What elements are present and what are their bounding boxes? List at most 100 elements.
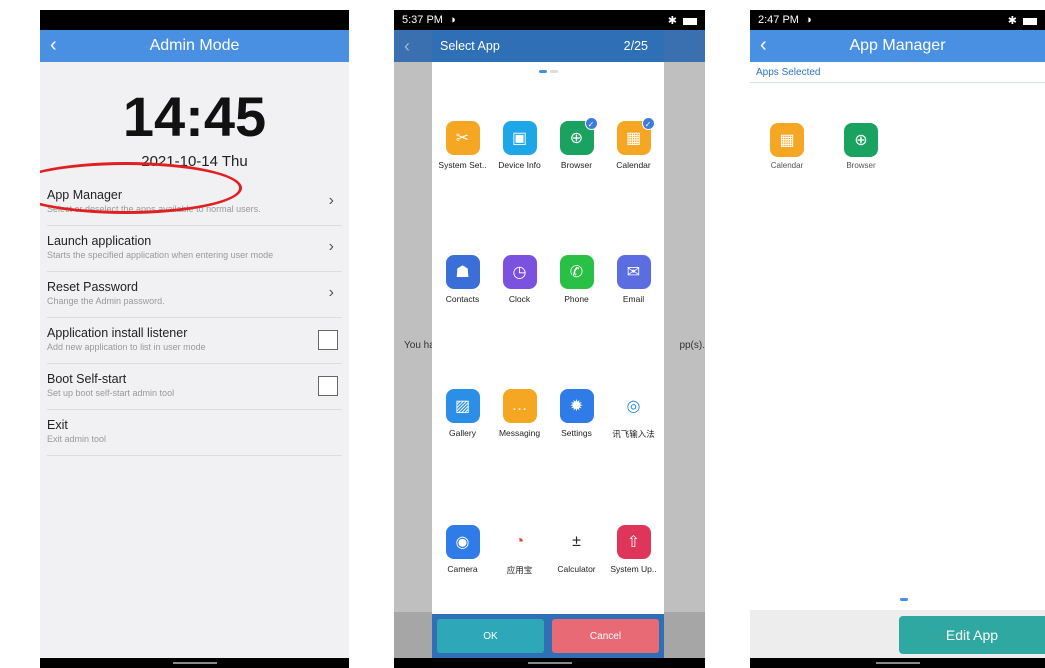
status-app-icon: ◑ xyxy=(804,14,812,26)
app-tile[interactable]: ✉ Email xyxy=(605,255,662,304)
app-label: 应用宝 xyxy=(506,565,533,575)
app-label: Browser xyxy=(560,160,593,170)
app-label: Calendar xyxy=(770,161,804,170)
date-display: 2021-10-14 Thu xyxy=(141,153,248,170)
menu-item-subtitle: Add new application to list in user mode xyxy=(47,342,206,352)
status-bar: 5:37 PM ◑ ✱ xyxy=(394,10,705,30)
back-arrow-icon[interactable]: ‹ xyxy=(760,34,767,57)
app-tile[interactable]: ▨ Gallery xyxy=(434,389,491,440)
app-label: Calendar xyxy=(616,160,651,170)
battery-icon xyxy=(683,17,697,25)
status-icons: ✱ xyxy=(1008,14,1037,27)
app-tile[interactable]: … Messaging xyxy=(491,389,548,440)
nav-bar: ‹ App Manager xyxy=(750,30,1045,62)
menu-item-exit[interactable]: Exit Exit admin tool xyxy=(47,410,342,456)
menu-item-subtitle: Exit admin tool xyxy=(47,434,107,444)
select-app-screen: 5:37 PM ◑ ✱ ‹ You ha pp(s). Select App 2… xyxy=(394,10,705,668)
mail-icon: ✉ xyxy=(616,255,651,289)
chevron-right-icon: › xyxy=(328,284,334,301)
app-tile[interactable]: ☗ Contacts xyxy=(434,255,491,304)
checkmark-icon: ✓ xyxy=(641,117,655,130)
status-icons: ✱ xyxy=(668,14,697,27)
app-tile[interactable]: ⊕ Browser xyxy=(844,123,878,170)
admin-mode-screen: ‹ Admin Mode 14:45 2021-10-14 Thu App Ma… xyxy=(40,10,349,668)
app-tile[interactable]: ✹ Settings xyxy=(548,389,605,440)
page-indicator xyxy=(900,598,908,601)
app-tile[interactable]: ◉ Camera xyxy=(434,525,491,576)
clock-display: 14:45 xyxy=(122,85,267,148)
background-text-left: You ha xyxy=(404,340,435,351)
back-arrow-icon[interactable]: ‹ xyxy=(50,34,57,57)
menu-item-title: Exit xyxy=(47,418,68,432)
menu-item-install-listener[interactable]: Application install listener Add new app… xyxy=(47,318,342,364)
app-tile[interactable]: ◎ 讯飞输入法 xyxy=(605,389,662,440)
menu-item-subtitle: Change the Admin password. xyxy=(47,296,165,306)
cancel-button[interactable]: Cancel xyxy=(552,619,659,653)
install-listener-checkbox[interactable] xyxy=(318,330,338,350)
page-title: App Manager xyxy=(849,37,946,54)
app-label: Phone xyxy=(564,294,589,304)
ok-button[interactable]: OK xyxy=(437,619,544,653)
gesture-bar xyxy=(750,658,1045,668)
menu-item-title: Application install listener xyxy=(47,326,188,340)
page-title: Admin Mode xyxy=(149,37,240,54)
menu-item-reset-password[interactable]: Reset Password Change the Admin password… xyxy=(47,272,342,318)
app-label: Messaging xyxy=(498,428,541,438)
gesture-bar xyxy=(394,658,705,668)
menu-item-boot-self-start[interactable]: Boot Self-start Set up boot self-start a… xyxy=(47,364,342,410)
checkmark-icon: ✓ xyxy=(584,117,598,130)
calendar-icon: ▦ xyxy=(770,123,804,157)
app-tile[interactable]: ◔ 应用宝 xyxy=(491,525,548,576)
dialog-title: Select App xyxy=(440,39,500,53)
select-app-dialog: Select App 2/25 ✂ System Set.. ▣ Device Inf… xyxy=(432,30,664,658)
edit-app-button[interactable]: Edit App xyxy=(899,616,1045,654)
selected-apps-grid: ▦ Calendar ⊕ Browser xyxy=(750,83,1045,170)
status-time: 5:37 PM xyxy=(402,14,443,26)
app-label: Settings xyxy=(561,428,592,438)
globe-icon: ⊕ ✓ xyxy=(559,117,598,155)
bluetooth-icon: ✱ xyxy=(667,15,677,27)
appstore-icon: ◔ xyxy=(502,525,537,559)
calculator-icon: ± xyxy=(559,525,594,559)
back-arrow-icon[interactable]: ‹ xyxy=(404,36,410,57)
battery-icon xyxy=(1023,17,1037,25)
menu-item-title: App Manager xyxy=(47,188,123,202)
menu-item-launch-application[interactable]: Launch application Starts the specified … xyxy=(47,226,342,272)
app-tile[interactable]: ▣ Device Info xyxy=(491,121,548,170)
contacts-icon: ☗ xyxy=(445,255,480,289)
app-tile[interactable]: ⇧ System Up.. xyxy=(605,525,662,576)
app-tile[interactable]: ▦ ✓ Calendar xyxy=(605,117,662,170)
gear-icon: ✹ xyxy=(559,389,594,423)
gesture-bar xyxy=(40,658,349,668)
tools-icon: ✂ xyxy=(445,121,480,155)
app-tile[interactable]: ◷ Clock xyxy=(491,255,548,304)
chevron-right-icon: › xyxy=(328,238,334,255)
bottom-action-bar: Edit App xyxy=(750,610,1045,658)
app-tile[interactable]: ✆ Phone xyxy=(548,255,605,304)
page-counter: 2/25 xyxy=(623,39,648,53)
menu-item-app-manager[interactable]: App Manager Select or deselect the apps … xyxy=(47,180,342,226)
menu-item-subtitle: Select or deselect the apps available to… xyxy=(47,204,261,214)
background-text-right: pp(s). xyxy=(679,340,705,351)
app-tile[interactable]: ✂ System Set.. xyxy=(434,121,491,170)
menu-item-subtitle: Set up boot self-start admin tool xyxy=(47,388,175,398)
app-tile[interactable]: ± Calculator xyxy=(548,525,605,576)
boot-self-start-checkbox[interactable] xyxy=(318,376,338,396)
app-label: Calculator xyxy=(557,564,596,574)
clock-icon: ◷ xyxy=(502,255,537,289)
phone-icon: ✆ xyxy=(559,255,594,289)
nav-bar: ‹ Admin Mode xyxy=(40,30,349,62)
chevron-right-icon: › xyxy=(328,192,334,209)
bluetooth-icon: ✱ xyxy=(1007,15,1017,27)
menu-item-title: Boot Self-start xyxy=(47,372,127,386)
calendar-icon: ▦ ✓ xyxy=(616,117,655,155)
app-grid: ✂ System Set.. ▣ Device Info ⊕ ✓ Browser ▦ ✓ Cale… xyxy=(432,117,664,576)
admin-menu: App Manager Select or deselect the apps … xyxy=(40,180,349,456)
app-tile[interactable]: ⊕ ✓ Browser xyxy=(548,117,605,170)
app-tile[interactable]: ▦ Calendar xyxy=(770,123,804,170)
globe-icon: ⊕ xyxy=(844,123,878,157)
page-dot-active xyxy=(538,70,547,73)
apps-selected-header: Apps Selected xyxy=(750,62,1045,83)
chip-icon: ▣ xyxy=(502,121,537,155)
menu-item-subtitle: Starts the specified application when en… xyxy=(47,250,274,260)
